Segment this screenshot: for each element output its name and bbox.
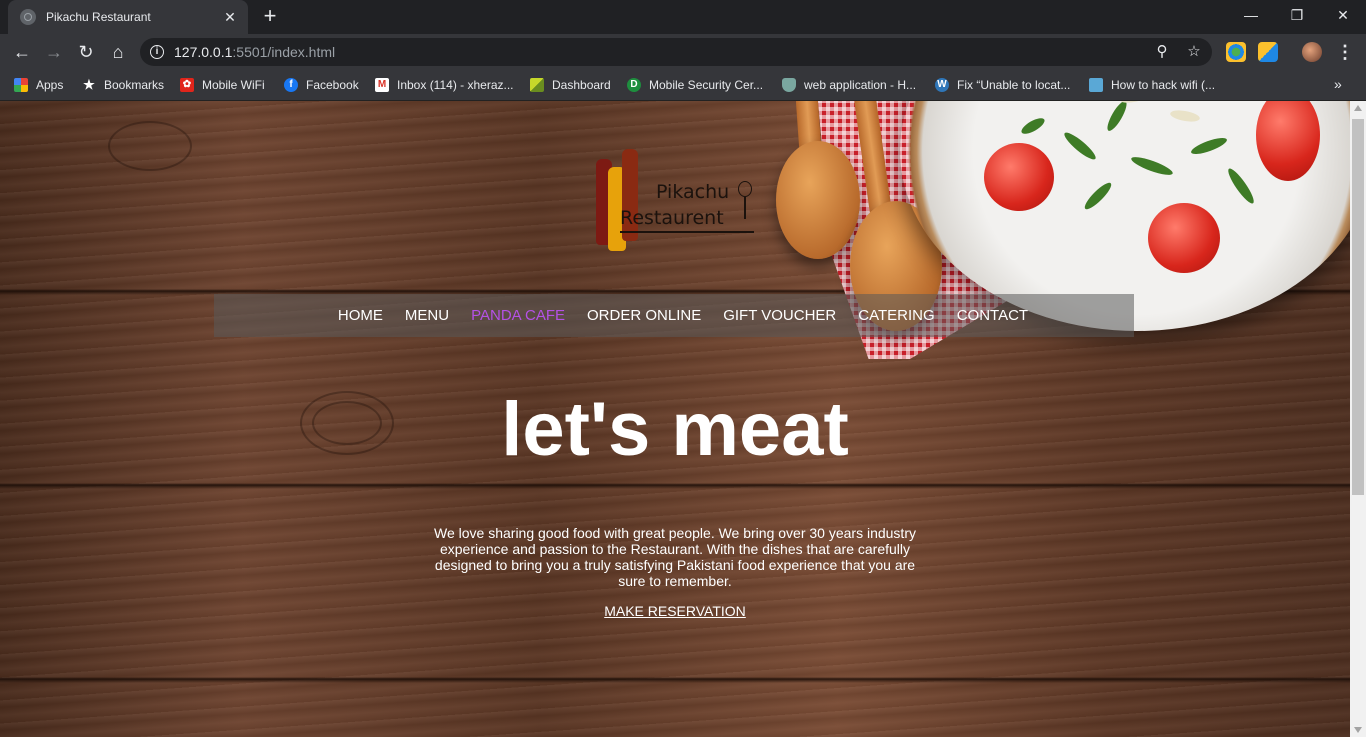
- bookmark-bookmarks[interactable]: ★ Bookmarks: [82, 76, 164, 94]
- bookmarks-bar: Apps ★ Bookmarks ✿ Mobile WiFi f Faceboo…: [0, 70, 1366, 101]
- spoon-logo-icon: [738, 181, 752, 197]
- minimize-button[interactable]: —: [1228, 0, 1274, 30]
- d-icon: D: [627, 78, 641, 92]
- address-bar[interactable]: i 127.0.0.1:5501/index.html ⚲ ☆: [140, 38, 1212, 66]
- logo-underline: [620, 231, 754, 233]
- bookmark-mobile-wifi[interactable]: ✿ Mobile WiFi: [180, 76, 265, 94]
- nav-list: HOME MENU PANDA CAFE ORDER ONLINE GIFT V…: [214, 294, 1134, 337]
- url-path: :5501/index.html: [232, 44, 336, 60]
- tomato: [1148, 203, 1220, 273]
- close-tab-icon[interactable]: ✕: [220, 9, 240, 26]
- bookmark-dashboard[interactable]: Dashboard: [530, 76, 611, 94]
- cheese-shaving: [1169, 108, 1201, 124]
- page-viewport: Pikachu Restaurent HOME MENU PANDA CAFE …: [0, 101, 1350, 737]
- scrollbar-thumb[interactable]: [1352, 119, 1364, 495]
- nav-order-online[interactable]: ORDER ONLINE: [587, 307, 701, 324]
- spoon-logo-icon: [744, 197, 746, 219]
- bookmark-label: Apps: [36, 78, 64, 92]
- dashboard-icon: [530, 78, 544, 92]
- apps-grid-icon: [14, 78, 28, 92]
- home-icon[interactable]: ⌂: [104, 38, 132, 66]
- bookmark-label: Mobile Security Cer...: [649, 78, 764, 92]
- arugula-leaf: [1104, 101, 1130, 134]
- tomato: [984, 143, 1054, 211]
- wordpress-icon: W: [935, 78, 949, 92]
- close-window-button[interactable]: ✕: [1320, 0, 1366, 30]
- browser-toolbar: ← → ↻ ⌂ i 127.0.0.1:5501/index.html ⚲ ☆ …: [0, 34, 1366, 70]
- wood-knot: [108, 121, 192, 171]
- url-text[interactable]: 127.0.0.1:5501/index.html: [174, 44, 335, 60]
- zoom-icon[interactable]: ⚲: [1152, 42, 1172, 62]
- hacker-icon: [1089, 78, 1103, 92]
- arugula-leaf: [1061, 129, 1099, 163]
- new-tab-button[interactable]: +: [258, 4, 282, 28]
- menu-kebab-icon[interactable]: ⋮: [1336, 42, 1354, 62]
- hero-title: let's meat: [501, 387, 849, 472]
- logo-text-line1: Pikachu: [656, 181, 730, 203]
- more-bookmarks-icon[interactable]: »: [1334, 76, 1342, 92]
- bookmark-inbox[interactable]: M Inbox (114) - xheraz...: [375, 76, 514, 94]
- scroll-down-arrow-icon[interactable]: [1354, 727, 1362, 733]
- nav-panda-cafe[interactable]: PANDA CAFE: [471, 307, 565, 324]
- bookmark-label: web application - H...: [804, 78, 917, 92]
- huawei-icon: ✿: [180, 78, 194, 92]
- bookmark-apps[interactable]: Apps: [14, 76, 63, 94]
- extension-icon[interactable]: [1258, 42, 1278, 62]
- gmail-icon: M: [375, 78, 389, 92]
- nav-catering[interactable]: CATERING: [858, 307, 934, 324]
- star-bookmark-icon[interactable]: ☆: [1184, 42, 1204, 62]
- browser-tab[interactable]: Pikachu Restaurant ✕: [8, 0, 248, 34]
- url-host: 127.0.0.1: [174, 44, 233, 60]
- bookmark-label: Dashboard: [552, 78, 611, 92]
- make-reservation-link[interactable]: MAKE RESERVATION: [604, 603, 746, 619]
- bookmark-hack-wifi[interactable]: How to hack wifi (...: [1089, 76, 1215, 94]
- logo-text-line2: Restaurent: [620, 207, 724, 229]
- bookmark-web-application[interactable]: web application - H...: [782, 76, 916, 94]
- wooden-spoon: [776, 141, 860, 259]
- extension-icon[interactable]: [1226, 42, 1246, 62]
- arugula-leaf: [1224, 165, 1258, 207]
- restore-button[interactable]: ❐: [1274, 0, 1320, 30]
- bookmark-fix-unable[interactable]: W Fix “Unable to locat...: [935, 76, 1070, 94]
- arugula-leaf: [1129, 153, 1175, 179]
- bookmark-label: How to hack wifi (...: [1111, 78, 1216, 92]
- nav-contact[interactable]: CONTACT: [957, 307, 1028, 324]
- nav-home[interactable]: HOME: [338, 307, 383, 324]
- restaurant-logo[interactable]: Pikachu Restaurent: [592, 147, 758, 253]
- forward-arrow-icon[interactable]: →: [40, 38, 68, 66]
- avatar[interactable]: [1302, 42, 1322, 62]
- arugula-leaf: [1189, 134, 1229, 158]
- main-nav: HOME MENU PANDA CAFE ORDER ONLINE GIFT V…: [214, 294, 1134, 337]
- bookmark-label: Mobile WiFi: [202, 78, 265, 92]
- globe-icon: [20, 9, 36, 25]
- bookmark-facebook[interactable]: f Facebook: [284, 76, 359, 94]
- tab-title: Pikachu Restaurant: [46, 10, 151, 24]
- scroll-up-arrow-icon[interactable]: [1354, 105, 1362, 111]
- bookmark-mobile-security[interactable]: D Mobile Security Cer...: [627, 76, 763, 94]
- reload-icon[interactable]: ↻: [72, 38, 100, 66]
- nav-menu[interactable]: MENU: [405, 307, 449, 324]
- bookmark-label: Fix “Unable to locat...: [957, 78, 1071, 92]
- page-scrollbar[interactable]: [1350, 101, 1366, 737]
- star-icon: ★: [83, 77, 95, 92]
- bookmark-label: Inbox (114) - xheraz...: [397, 78, 514, 92]
- arugula-leaf: [1019, 115, 1047, 137]
- cta-wrapper: MAKE RESERVATION: [0, 603, 1350, 621]
- back-arrow-icon[interactable]: ←: [8, 38, 36, 66]
- facebook-icon: f: [284, 78, 298, 92]
- arugula-leaf: [1081, 179, 1115, 213]
- info-icon[interactable]: i: [150, 45, 164, 59]
- hero-description: We love sharing good food with great peo…: [434, 525, 916, 589]
- tab-strip: Pikachu Restaurant ✕ + — ❐ ✕: [0, 0, 1366, 34]
- nav-gift-voucher[interactable]: GIFT VOUCHER: [723, 307, 836, 324]
- tomato: [1256, 101, 1320, 181]
- bookmark-label: Facebook: [306, 78, 359, 92]
- shield-icon: [782, 78, 796, 92]
- bookmark-label: Bookmarks: [104, 78, 165, 92]
